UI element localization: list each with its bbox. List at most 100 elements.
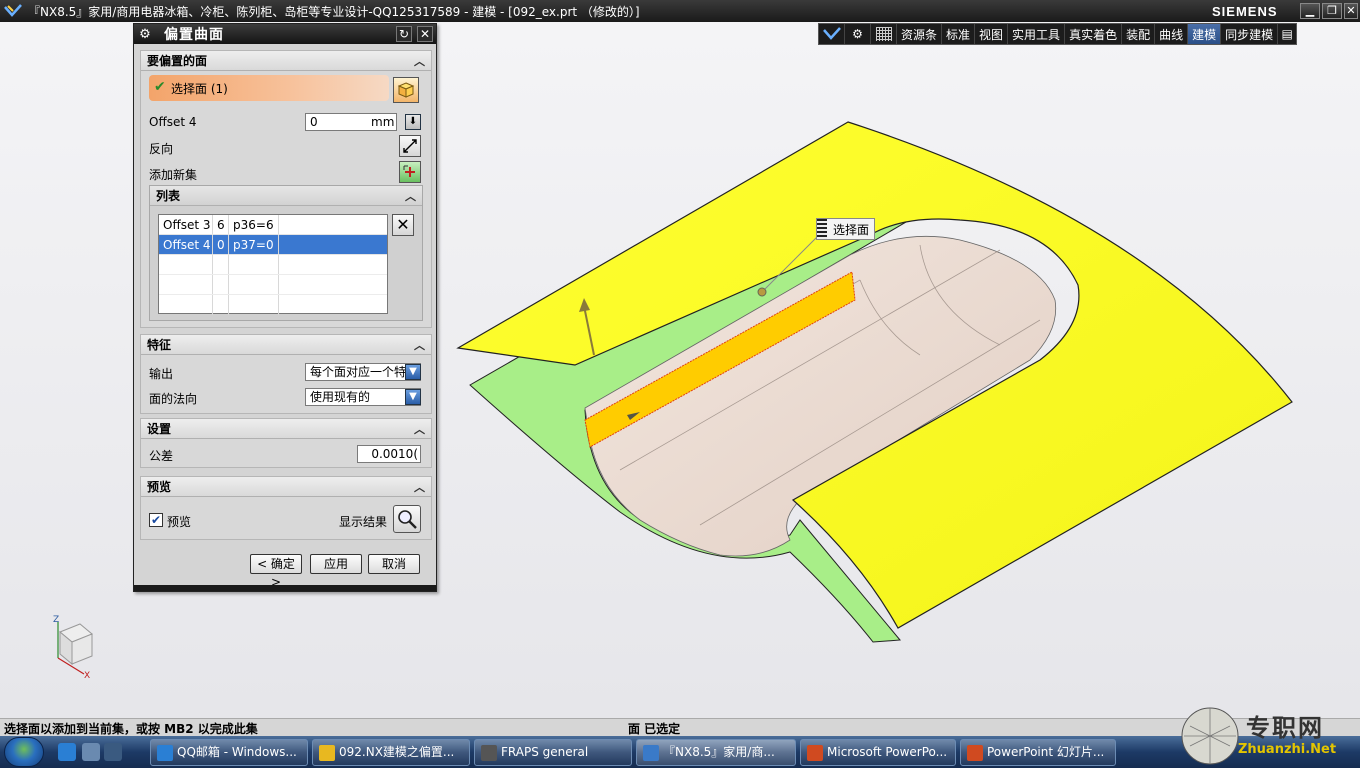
dialog-title: 偏置曲面 [164,27,224,43]
tab-view[interactable]: 视图 [975,24,1009,44]
faces-section-header[interactable]: 要偏置的面 ︿ [141,51,431,71]
list-cell-value: 6 [213,215,229,234]
tolerance-label: 公差 [149,449,174,463]
settings-gear-icon[interactable]: ⚙ [845,24,871,44]
reset-icon[interactable]: ↻ [396,26,412,42]
normal-dropdown-chevron-icon[interactable]: ▼ [405,389,421,405]
tab-curves[interactable]: 曲线 [1155,24,1189,44]
watermark-url: Zhuanzhi.Net [1238,742,1337,757]
face-selector-button[interactable] [393,77,419,103]
show-result-button[interactable] [393,505,421,533]
taskbar-item-nx[interactable]: 『NX8.5』家用/商... [636,739,796,766]
tab-assemblies[interactable]: 装配 [1122,24,1156,44]
feature-collapse-caret-icon[interactable]: ︿ [414,337,425,353]
reverse-label: 反向 [149,142,174,156]
pick-point [757,287,767,297]
tab-resources[interactable]: 资源条 [897,24,943,44]
taskbar-item-powerpoint[interactable]: Microsoft PowerPo... [800,739,956,766]
tab-modeling[interactable]: 建模 [1188,24,1222,44]
magnifier-icon [398,510,417,529]
preview-section-header[interactable]: 预览 ︿ [141,477,431,497]
taskbar-item-fraps[interactable]: FRAPS general [474,739,632,766]
fraps-app-icon [481,745,497,761]
settings-section-header[interactable]: 设置 ︿ [141,419,431,439]
select-face-row[interactable]: ✔ 选择面 (1) [149,75,389,101]
feature-section-title: 特征 [147,338,172,352]
list-item-selected[interactable]: Offset 4 0 p37=0 [159,235,387,255]
status-message: 面 已选定 [628,722,681,736]
feature-section: 特征 ︿ 输出 每个面对应一个特 ▼ 面的法向 使用现有的 ▼ [140,334,432,414]
offset-surface-dialog: ⚙ 偏置曲面 ↻ ✕ 要偏置的面 ︿ ✔ 选择面 (1) Offset 4 0 … [133,23,437,592]
list-header[interactable]: 列表 ︿ [150,186,422,206]
grid-toggle-icon[interactable] [871,24,897,44]
check-icon: ✔ [154,79,166,95]
output-dropdown-chevron-icon[interactable]: ▼ [405,364,421,380]
task-label: 『NX8.5』家用/商... [663,745,775,759]
tab-true-shading[interactable]: 真实着色 [1065,24,1123,44]
list-subsection: 列表 ︿ Offset 3 6 p36=6 Offset 4 0 p37=0 ✕ [149,185,423,321]
ribbon-menu-icon[interactable]: ▤ [1278,24,1296,44]
computer-icon[interactable] [82,743,100,761]
tooltip-grip-icon [817,219,827,239]
nx-logo-icon [4,4,22,17]
offset-menu-arrow-icon[interactable]: ⬇ [405,114,421,130]
apply-button[interactable]: 应用 [310,554,362,574]
face-normal-select[interactable]: 使用现有的 [305,388,421,406]
maximize-button[interactable]: ❐ [1322,3,1342,19]
close-window-button[interactable]: ✕ [1344,3,1358,19]
list-cell-expr: p37=0 [229,235,279,254]
tab-standard[interactable]: 标准 [942,24,976,44]
show-desktop-icon[interactable] [104,743,122,761]
select-face-label: 选择面 (1) [171,81,228,96]
taskbar-item-slideshow[interactable]: PowerPoint 幻灯片... [960,739,1116,766]
watermark-text: 专职网 [1246,714,1324,742]
taskbar-item-qqmail[interactable]: QQ邮箱 - Windows... [150,739,308,766]
taskbar-item-folder[interactable]: 092.NX建模之偏置... [312,739,470,766]
dialog-title-bar[interactable]: ⚙ 偏置曲面 ↻ ✕ [134,24,436,44]
settings-section: 设置 ︿ 公差 0.0010( [140,418,432,468]
start-button[interactable] [4,737,44,767]
select-face-tooltip: 选择面 [816,218,876,240]
preview-label: 预览 [167,515,192,529]
tooltip-text: 选择面 [833,222,870,237]
task-label: 092.NX建模之偏置... [339,745,455,759]
ie-icon[interactable] [58,743,76,761]
tab-utilities[interactable]: 实用工具 [1008,24,1066,44]
reverse-direction-button[interactable] [399,135,421,157]
dialog-close-icon[interactable]: ✕ [417,26,433,42]
status-prompt: 选择面以添加到当前集，或按 MB2 以完成此集 [4,722,258,736]
preview-checkbox[interactable]: ✔ [149,513,163,527]
ok-button[interactable]: < 确定 > [250,554,302,589]
status-bar: 选择面以添加到当前集，或按 MB2 以完成此集 面 已选定 [0,718,1360,736]
faces-to-offset-section: 要偏置的面 ︿ ✔ 选择面 (1) Offset 4 0 mm ⬇ 反向 添加新… [140,50,432,328]
windows-taskbar: QQ邮箱 - Windows... 092.NX建模之偏置... FRAPS g… [0,736,1360,768]
window-title-bar: 『NX8.5』家用/商用电器冰箱、冷柜、陈列柜、岛柜等专业设计-QQ125317… [0,0,1360,22]
offset-unit-label: mm [371,115,395,129]
collapse-caret-icon[interactable]: ︿ [414,53,425,69]
preview-collapse-caret-icon[interactable]: ︿ [414,479,425,495]
task-label: Microsoft PowerPo... [827,745,948,759]
dialog-gear-icon[interactable]: ⚙ [136,27,154,42]
output-select[interactable]: 每个面对应一个特 [305,363,421,381]
nx-home-icon[interactable] [819,24,845,44]
list-empty-row [159,255,387,275]
add-new-set-button[interactable] [399,161,421,183]
output-label: 输出 [149,367,174,381]
remove-set-button[interactable]: ✕ [392,214,414,236]
list-collapse-caret-icon[interactable]: ︿ [405,188,416,204]
cancel-button[interactable]: 取消 [368,554,420,574]
feature-section-header[interactable]: 特征 ︿ [141,335,431,355]
tolerance-input[interactable]: 0.0010( [357,445,421,463]
settings-collapse-caret-icon[interactable]: ︿ [414,421,425,437]
list-cell-name: Offset 3 [159,215,213,234]
tab-synchronous[interactable]: 同步建模 [1221,24,1279,44]
minimize-button[interactable]: ▁ [1300,3,1320,19]
offset-set-list[interactable]: Offset 3 6 p36=6 Offset 4 0 p37=0 [158,214,388,315]
wcs-triad: Z X [53,615,93,681]
list-item[interactable]: Offset 3 6 p36=6 [159,215,387,235]
add-new-set-label: 添加新集 [149,168,198,182]
list-cell-value: 0 [213,235,229,254]
task-label: QQ邮箱 - Windows... [177,745,297,759]
preview-section-title: 预览 [147,480,172,494]
cube-face-icon [397,82,415,98]
